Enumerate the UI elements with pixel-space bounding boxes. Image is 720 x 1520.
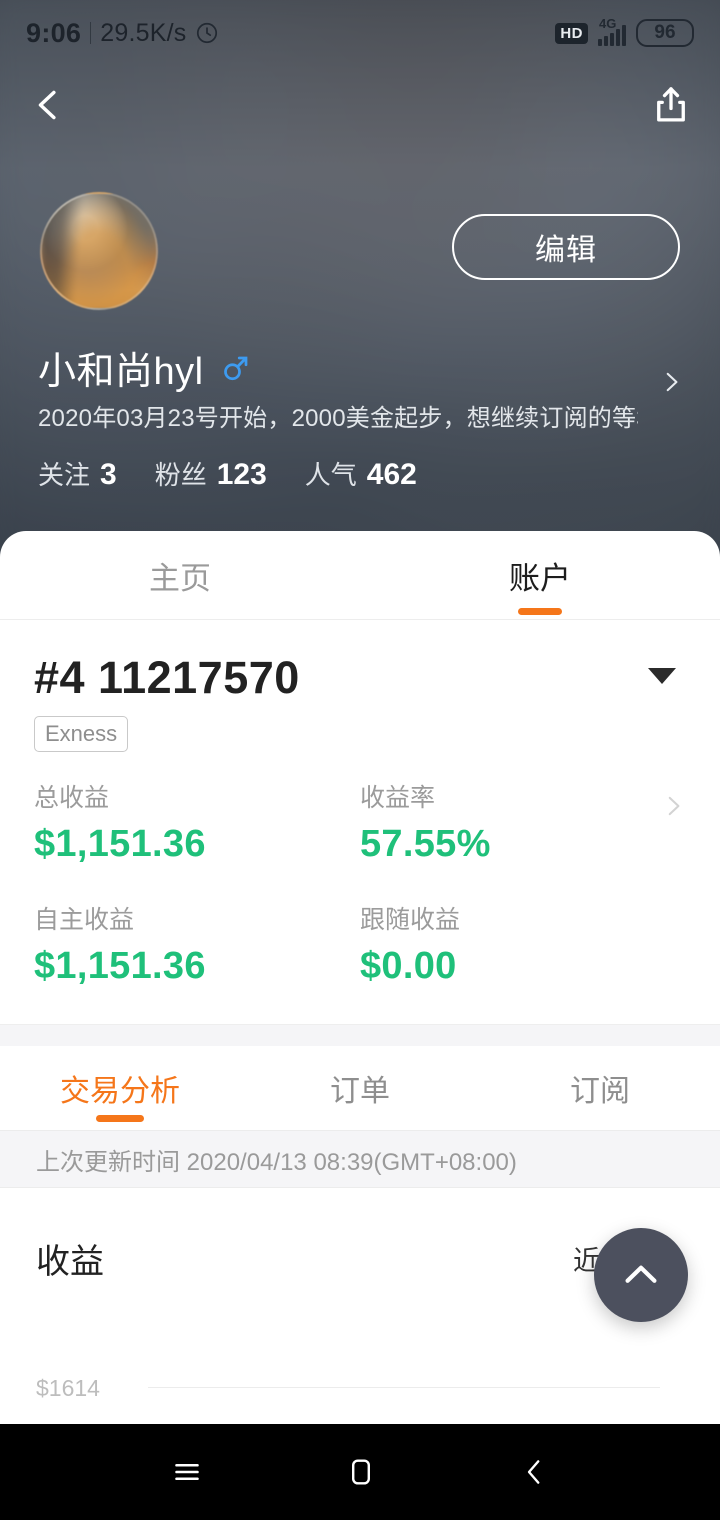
hd-icon: HD (555, 22, 588, 44)
male-gender-icon (220, 352, 250, 384)
caret-down-icon[interactable] (648, 668, 676, 684)
sub-tab-bar: 交易分析 订单 订阅 (0, 1046, 720, 1130)
username: 小和尚hyl (38, 351, 204, 393)
edit-profile-button[interactable]: 编辑 (452, 214, 680, 280)
tab-account-label: 账户 (509, 560, 571, 596)
kpi-return-rate: 收益率 57.55% (360, 778, 686, 866)
back-chevron-icon[interactable] (28, 82, 68, 128)
status-bar: 9:06 29.5K/s HD 4G 96 (0, 0, 720, 66)
broker-badge: Exness (34, 716, 129, 752)
kpi-self-profit: 自主收益 $1,151.36 (34, 900, 360, 988)
hero-nav-row (0, 72, 720, 138)
network-speed: 29.5K/s (100, 18, 187, 47)
account-header: #4 11217570 Exness (0, 620, 720, 752)
chart-gridline (148, 1387, 660, 1388)
status-bar-right: HD 4G 96 (555, 16, 694, 47)
avatar[interactable] (40, 192, 158, 310)
menu-icon[interactable] (169, 1454, 205, 1490)
kpi-value: $1,151.36 (34, 823, 206, 865)
scroll-to-top-button[interactable] (594, 1228, 688, 1322)
edit-profile-label: 编辑 (535, 234, 597, 267)
profile-detail-chevron-right-icon[interactable] (658, 362, 684, 407)
network-type-label: 4G (599, 16, 617, 31)
stat-value: 123 (216, 458, 267, 491)
chart-header: 收益 近一年 (36, 1234, 684, 1283)
subtab-label: 交易分析 (60, 1075, 180, 1108)
stat-label: 粉丝 (154, 460, 207, 490)
last-update-text: 上次更新时间 2020/04/13 08:39(GMT+08:00) (36, 1148, 517, 1176)
tab-active-indicator (518, 607, 562, 615)
phone-screen: 9:06 29.5K/s HD 4G 96 编辑 小和尚hyl 2020年03月… (0, 0, 720, 1520)
account-kpis: 总收益 $1,151.36 收益率 57.55% 自主收益 $1,151.36 … (0, 778, 720, 988)
tab-home[interactable]: 主页 (0, 531, 360, 620)
stat-value: 462 (366, 458, 417, 491)
subtab-subscriptions[interactable]: 订阅 (480, 1046, 720, 1130)
content-sheet: 主页 账户 #4 11217570 Exness 总收益 $1,151.36 收… (0, 531, 720, 1520)
stat-label: 人气 (304, 460, 357, 490)
tab-account[interactable]: 账户 (360, 531, 720, 620)
back-icon[interactable] (517, 1453, 551, 1491)
status-time: 9:06 (26, 17, 82, 48)
subtab-label: 订阅 (570, 1075, 630, 1108)
stat-following[interactable]: 关注 3 (38, 455, 117, 492)
profile-stats: 关注 3 粉丝 123 人气 462 (38, 455, 417, 492)
battery-icon: 96 (636, 19, 694, 47)
kpi-value: 57.55% (360, 823, 491, 865)
kpi-detail-chevron-right-icon[interactable] (660, 786, 686, 831)
alarm-clock-icon (194, 20, 220, 46)
kpi-value: $1,151.36 (34, 945, 206, 987)
kpi-copy-profit: 跟随收益 $0.00 (360, 900, 686, 988)
share-icon[interactable] (650, 83, 692, 127)
stat-popularity[interactable]: 人气 462 (305, 455, 417, 492)
subtab-orders[interactable]: 订单 (240, 1046, 480, 1130)
chart-title: 收益 (36, 1243, 104, 1281)
profile-bio: 2020年03月23号开始，2000美金起步，想继续订阅的等3... (38, 405, 638, 432)
kpi-label: 跟随收益 (360, 906, 461, 934)
account-number: #4 11217570 (34, 652, 300, 703)
tab-home-label: 主页 (149, 560, 211, 596)
section-divider (0, 1024, 720, 1046)
stat-followers[interactable]: 粉丝 123 (155, 455, 267, 492)
kpi-label: 总收益 (34, 784, 110, 812)
subtab-trade-analysis[interactable]: 交易分析 (0, 1046, 240, 1130)
subtab-active-indicator (96, 1115, 144, 1122)
chart-axis-label: $1614 (36, 1375, 100, 1401)
kpi-label: 自主收益 (34, 906, 135, 934)
stat-value: 3 (100, 458, 117, 491)
status-separator (90, 22, 92, 44)
kpi-label: 收益率 (360, 784, 436, 812)
signal-icon: 4G (598, 16, 626, 46)
subtab-label: 订单 (330, 1075, 390, 1108)
kpi-total-profit: 总收益 $1,151.36 (34, 778, 360, 866)
stat-label: 关注 (38, 460, 91, 490)
kpi-value: $0.00 (360, 945, 457, 987)
last-update-bar: 上次更新时间 2020/04/13 08:39(GMT+08:00) (0, 1130, 720, 1188)
home-icon[interactable] (344, 1453, 378, 1491)
main-tab-bar: 主页 账户 (0, 531, 720, 620)
scroll-to-top-icon (625, 1265, 657, 1283)
status-bar-left: 9:06 29.5K/s (26, 18, 220, 49)
username-row: 小和尚hyl (38, 340, 250, 395)
android-navigation-bar (0, 1424, 720, 1520)
